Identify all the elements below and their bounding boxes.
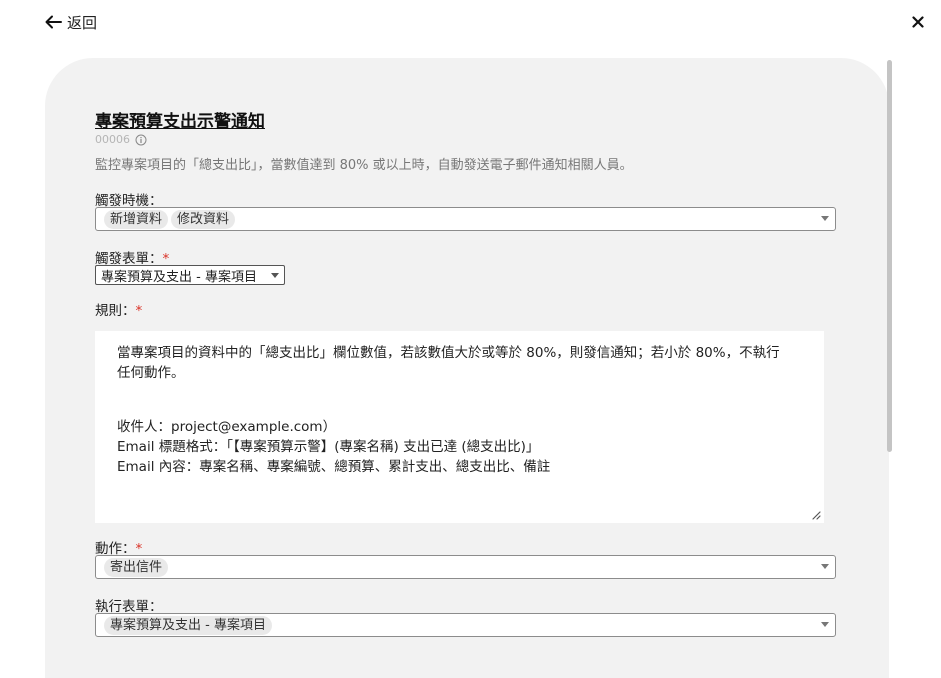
chevron-down-icon — [821, 622, 829, 627]
trigger-form-select[interactable]: 專案預算及支出 - 專案項目 — [95, 265, 285, 285]
form-description: 監控專案項目的「總支出比」，當數值達到 80% 或以上時，自動發送電子郵件通知相… — [95, 158, 633, 173]
rules-text-line: 任何動作。 — [117, 365, 185, 381]
scrollbar-thumb[interactable] — [887, 60, 892, 452]
rules-text-line: Email 標題格式：「【專案預算示警】(專案名稱) 支出已達 (總支出比)」 — [117, 439, 540, 455]
rules-label: 規則：* — [95, 299, 142, 319]
action-label: 動作：* — [95, 537, 142, 557]
arrow-left-icon — [45, 15, 62, 29]
chevron-down-icon — [821, 564, 829, 569]
rules-textarea[interactable]: 當專案項目的資料中的「總支出比」欄位數值，若該數值大於或等於 80%，則發信通知… — [95, 331, 824, 523]
rules-text-line: Email 內容：專案名稱、專案編號、總預算、累計支出、總支出比、備註 — [117, 459, 551, 475]
action-select[interactable]: 寄出信件 — [95, 555, 836, 579]
trigger-chip-update[interactable]: 修改資料 — [171, 209, 236, 229]
trigger-timing-label: 觸發時機： — [95, 189, 163, 209]
info-icon[interactable] — [135, 134, 147, 146]
required-mark: * — [135, 303, 143, 319]
rules-text-line: 當專案項目的資料中的「總支出比」欄位數值，若該數值大於或等於 80%，則發信通知… — [117, 345, 780, 361]
back-button[interactable]: 返回 — [45, 10, 97, 34]
record-id: 00006 — [95, 133, 130, 146]
exec-form-label: 執行表單： — [95, 595, 163, 615]
chevron-down-icon — [821, 216, 829, 221]
trigger-form-value: 專案預算及支出 - 專案項目 — [101, 269, 257, 285]
rules-blank-line — [117, 383, 802, 417]
action-chip-send-mail[interactable]: 寄出信件 — [104, 557, 169, 577]
rules-text-line: 收件人：project@example.com） — [117, 419, 337, 435]
trigger-chip-create[interactable]: 新增資料 — [104, 209, 169, 229]
rules-label-text: 規則： — [95, 303, 136, 319]
close-icon — [912, 16, 924, 28]
record-meta: 00006 — [95, 133, 147, 146]
exec-form-select[interactable]: 專案預算及支出 - 專案項目 — [95, 613, 836, 637]
back-label: 返回 — [67, 13, 98, 32]
trigger-form-label: 觸發表單：* — [95, 247, 169, 267]
resize-handle-icon[interactable] — [811, 510, 821, 520]
chevron-down-icon — [271, 273, 279, 278]
page-title: 專案預算支出示警通知 — [95, 112, 265, 132]
exec-form-chip[interactable]: 專案預算及支出 - 專案項目 — [104, 615, 272, 635]
top-bar: 返回 — [0, 0, 941, 44]
trigger-timing-select[interactable]: 新增資料 修改資料 — [95, 207, 836, 231]
close-button[interactable] — [906, 10, 930, 34]
